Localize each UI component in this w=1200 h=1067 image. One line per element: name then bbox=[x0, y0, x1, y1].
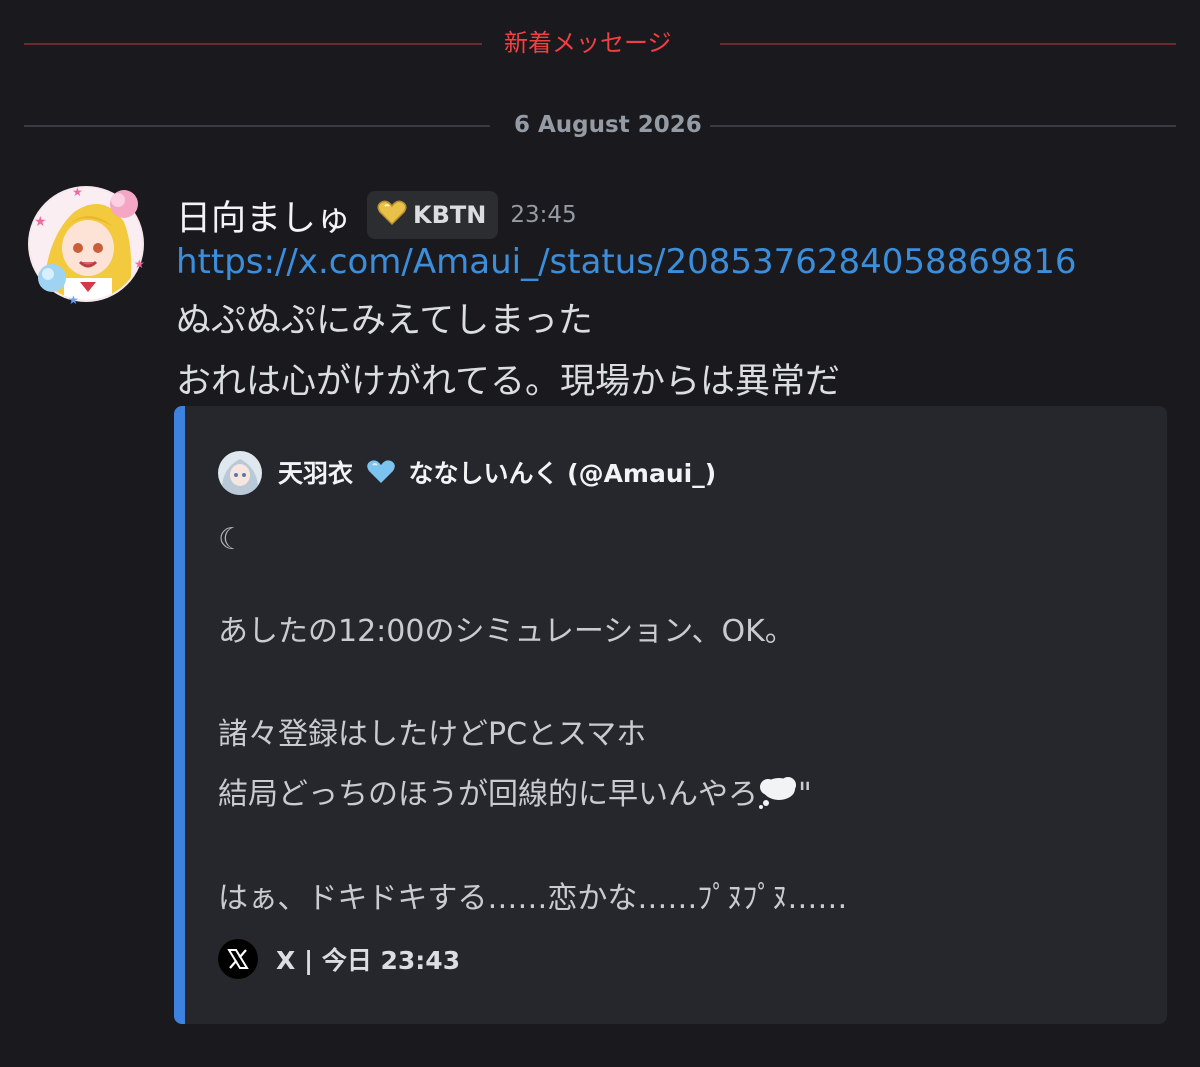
author-name[interactable]: 日向ましゅ bbox=[176, 190, 351, 241]
message-text-line: おれは心がけがれてる。現場からは異常だ bbox=[176, 362, 840, 402]
quote-mark: " bbox=[798, 777, 812, 812]
x-logo-icon bbox=[218, 939, 258, 979]
divider-line-right bbox=[720, 43, 1176, 45]
svg-text:★: ★ bbox=[34, 214, 47, 230]
user-avatar[interactable]: ★ ★ ★ ★ bbox=[24, 182, 148, 307]
divider-line-left bbox=[24, 125, 490, 127]
message-text-line: ぬぷぬぷにみえてしまった bbox=[176, 301, 593, 341]
message-link[interactable]: https://x.com/Amaui_/status/208537628405… bbox=[176, 242, 1076, 282]
message-header: 日向ましゅ KBTN 23:45 bbox=[176, 190, 577, 240]
embed-author-name-part: 天羽衣 bbox=[278, 459, 354, 488]
svg-text:★: ★ bbox=[72, 185, 83, 199]
tag-label: KBTN bbox=[413, 201, 487, 229]
embed-text-line: 諸々登録はしたけどPCとスマホ bbox=[218, 717, 647, 752]
embed-footer-text: X | 今日 23:43 bbox=[276, 946, 461, 975]
thought-balloon-icon bbox=[758, 775, 798, 817]
light-blue-heart-icon bbox=[366, 458, 396, 492]
embed-author-avatar bbox=[218, 451, 262, 495]
link-embed: 天羽衣 ななしいんく (@Amaui_) ☾ あしたの12:00のシミュレーショ… bbox=[174, 406, 1167, 1024]
gold-heart-icon bbox=[377, 200, 407, 230]
date-label: 6 August 2026 bbox=[514, 112, 702, 138]
date-divider: 6 August 2026 bbox=[24, 112, 1176, 138]
svg-text:★: ★ bbox=[134, 257, 145, 271]
embed-author[interactable]: 天羽衣 ななしいんく (@Amaui_) bbox=[218, 450, 716, 496]
divider-line-left bbox=[24, 43, 482, 45]
message-timestamp[interactable]: 23:45 bbox=[510, 202, 576, 228]
svg-text:★: ★ bbox=[68, 293, 79, 306]
embed-text-line-content: 結局どっちのほうが回線的に早いんやろ bbox=[218, 777, 758, 812]
embed-text-line: 結局どっちのほうが回線的に早いんやろ " bbox=[218, 769, 812, 817]
embed-author-handle: ななしいんく (@Amaui_) bbox=[408, 459, 717, 488]
embed-footer: X | 今日 23:43 bbox=[218, 938, 460, 980]
new-messages-divider: 新着メッセージ bbox=[24, 29, 1176, 57]
divider-line-right bbox=[710, 125, 1176, 127]
moon-glyph: ☾ bbox=[218, 522, 245, 557]
embed-text-line: あしたの12:00のシミュレーション、OK。 bbox=[218, 614, 795, 649]
new-messages-label: 新着メッセージ bbox=[504, 29, 672, 57]
server-tag[interactable]: KBTN bbox=[367, 191, 499, 239]
embed-accent-bar bbox=[174, 406, 185, 1024]
embed-author-name: 天羽衣 ななしいんく (@Amaui_) bbox=[278, 454, 716, 492]
embed-text-line: はぁ、ドキドキする……恋かな……ﾌﾟﾇﾌﾟﾇ…… bbox=[218, 881, 848, 916]
